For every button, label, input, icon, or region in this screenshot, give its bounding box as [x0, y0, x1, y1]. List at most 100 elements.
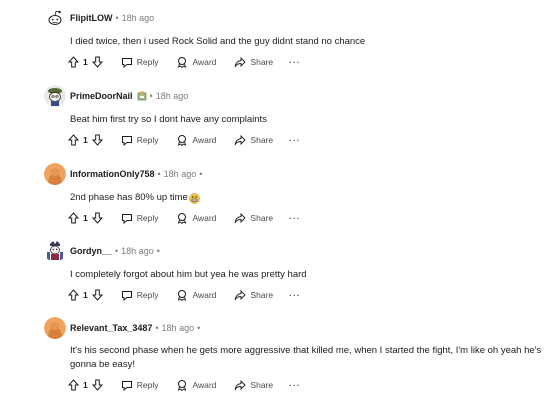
- comment-actions: 1 Reply Award Share ···: [68, 210, 301, 226]
- author-name[interactable]: InformationOnly758: [70, 169, 155, 179]
- comment-actions: 1 Reply Award Share ···: [68, 132, 301, 148]
- downvote-icon[interactable]: [91, 289, 103, 301]
- timestamp[interactable]: 18h ago: [162, 323, 195, 333]
- vote-controls: 1: [68, 289, 103, 301]
- award-button[interactable]: Award: [176, 379, 216, 391]
- share-icon: [234, 56, 247, 67]
- share-label: Share: [250, 57, 274, 67]
- timestamp[interactable]: 18h ago: [122, 13, 155, 23]
- reply-icon: [121, 290, 132, 301]
- separator-dot: •: [155, 323, 159, 333]
- reply-button[interactable]: Reply: [121, 57, 159, 68]
- upvote-icon[interactable]: [68, 56, 79, 68]
- award-button[interactable]: Award: [176, 134, 216, 146]
- award-button[interactable]: Award: [176, 289, 216, 301]
- upvote-icon[interactable]: [68, 212, 79, 224]
- more-options-button[interactable]: ···: [289, 380, 301, 390]
- share-button[interactable]: Share: [234, 289, 274, 301]
- more-options-button[interactable]: ···: [289, 57, 301, 67]
- grimacing-emoji-icon: [189, 192, 200, 204]
- award-button[interactable]: Award: [176, 212, 216, 224]
- downvote-icon[interactable]: [91, 56, 103, 68]
- comment-body: I died twice, then i used Rock Solid and…: [70, 36, 366, 47]
- comment-meta: InformationOnly758 • 18h ago •: [70, 163, 205, 185]
- author-name[interactable]: Relevant_Tax_3487: [70, 323, 152, 333]
- vote-count: 1: [83, 135, 88, 145]
- reply-button[interactable]: Reply: [121, 135, 158, 146]
- comment-body: Beat him first try so I dont have any co…: [70, 114, 267, 125]
- reply-label: Reply: [136, 380, 159, 390]
- separator-dot: •: [157, 169, 161, 179]
- reply-icon: [121, 380, 132, 391]
- award-icon: [178, 380, 187, 391]
- avatar[interactable]: [44, 240, 66, 262]
- award-icon: [178, 57, 187, 68]
- custom-avatar-icon: [44, 240, 66, 262]
- snoo-avatar-icon: [44, 7, 66, 29]
- reply-icon: [121, 135, 132, 146]
- separator-dot: •: [115, 246, 119, 256]
- award-label: Award: [192, 290, 217, 300]
- award-label: Award: [192, 135, 217, 145]
- more-options-button[interactable]: ···: [289, 213, 301, 223]
- comment-meta: Gordyn__ • 18h ago •: [70, 240, 163, 262]
- share-button[interactable]: Share: [234, 134, 274, 146]
- reply-label: Reply: [136, 57, 159, 67]
- downvote-icon[interactable]: [91, 379, 103, 391]
- share-icon: [234, 212, 247, 223]
- separator-dot: •: [197, 323, 201, 333]
- share-label: Share: [250, 213, 274, 223]
- author-name[interactable]: FlipitLOW: [70, 13, 113, 23]
- reply-button[interactable]: Reply: [121, 213, 159, 224]
- user-flair: [137, 91, 147, 101]
- vote-count: 1: [83, 57, 88, 67]
- upvote-icon[interactable]: [68, 379, 79, 391]
- reply-button[interactable]: Reply: [121, 290, 158, 301]
- comment-meta: Relevant_Tax_3487 • 18h ago •: [70, 317, 203, 339]
- comment-body: 2nd phase has 80% up time: [70, 191, 540, 205]
- more-options-button[interactable]: ···: [289, 290, 301, 300]
- timestamp[interactable]: 18h ago: [121, 246, 154, 256]
- reply-icon: [121, 213, 132, 224]
- reply-icon: [121, 57, 132, 68]
- upvote-icon[interactable]: [68, 134, 79, 146]
- downvote-icon[interactable]: [91, 212, 103, 224]
- snoo-face-icon: [44, 317, 66, 339]
- avatar[interactable]: [44, 85, 66, 107]
- avatar[interactable]: [44, 317, 66, 339]
- share-button[interactable]: Share: [234, 379, 274, 391]
- share-label: Share: [250, 380, 274, 390]
- share-label: Share: [250, 290, 274, 300]
- avatar[interactable]: [44, 163, 66, 185]
- reply-label: Reply: [136, 213, 159, 223]
- separator-dot: •: [149, 91, 153, 101]
- comment-actions: 1 Reply Award Share ···: [68, 377, 301, 393]
- snoo-face-icon: [44, 163, 66, 185]
- comment-body: It's his second phase when he gets more …: [70, 345, 542, 370]
- comment-meta: FlipitLOW • 18h ago: [70, 7, 154, 29]
- vote-controls: 1: [68, 212, 103, 224]
- author-name[interactable]: PrimeDoorNail: [70, 91, 133, 101]
- timestamp[interactable]: 18h ago: [164, 169, 197, 179]
- custom-avatar-icon: [44, 85, 66, 107]
- downvote-icon[interactable]: [91, 134, 103, 146]
- separator-dot: •: [115, 13, 119, 23]
- share-label: Share: [250, 135, 274, 145]
- reply-button[interactable]: Reply: [121, 380, 159, 391]
- share-button[interactable]: Share: [234, 56, 274, 68]
- more-options-button[interactable]: ···: [289, 135, 301, 145]
- award-icon: [178, 135, 187, 146]
- upvote-icon[interactable]: [68, 289, 79, 301]
- vote-controls: 1: [68, 134, 103, 146]
- vote-controls: 1: [68, 379, 103, 391]
- share-button[interactable]: Share: [234, 212, 274, 224]
- avatar[interactable]: [44, 7, 66, 29]
- award-label: Award: [192, 380, 217, 390]
- award-icon: [178, 290, 187, 301]
- award-button[interactable]: Award: [176, 56, 216, 68]
- author-name[interactable]: Gordyn__: [70, 246, 112, 256]
- share-icon: [234, 379, 247, 390]
- comment-actions: 1 Reply Award Share ···: [68, 54, 301, 70]
- timestamp[interactable]: 18h ago: [156, 91, 189, 101]
- separator-dot: •: [156, 246, 160, 256]
